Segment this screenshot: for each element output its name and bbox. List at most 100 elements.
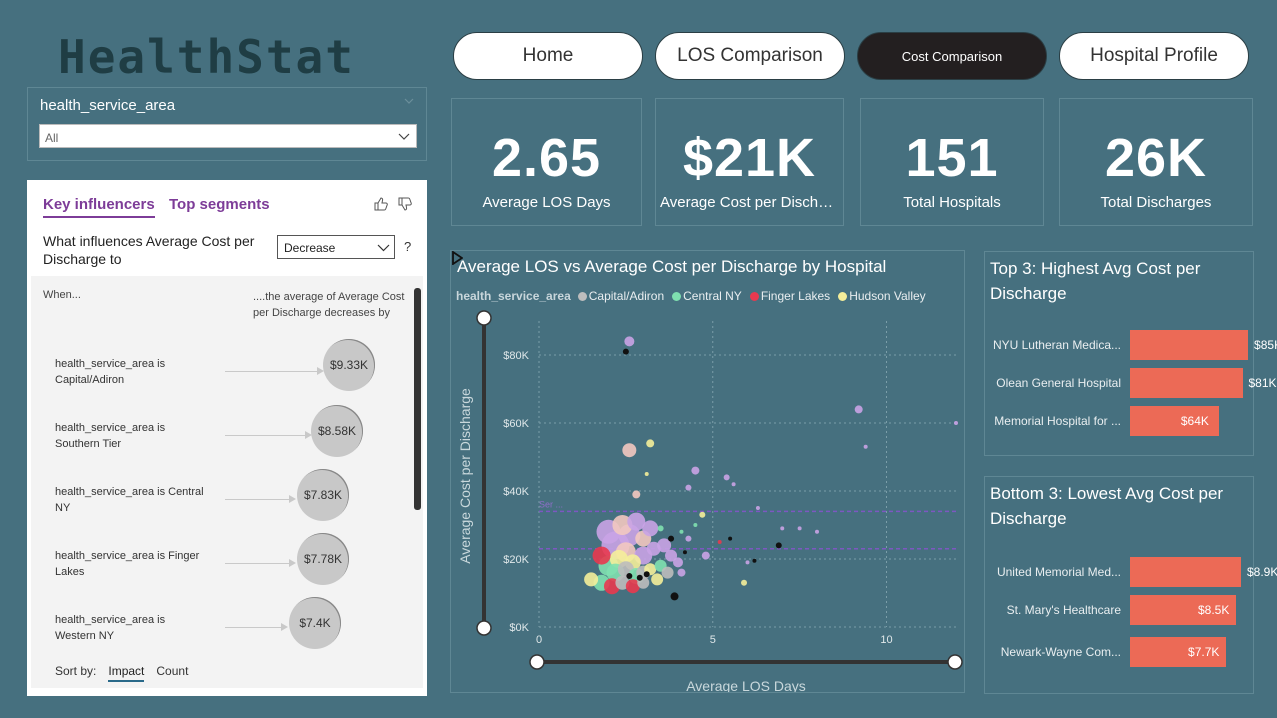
then-label: ....the average of Average Cost per Disc… bbox=[253, 291, 405, 319]
sort-count[interactable]: Count bbox=[156, 664, 188, 682]
bar-category-label: St. Mary's Healthcare bbox=[1006, 603, 1121, 617]
data-point[interactable] bbox=[731, 482, 736, 487]
key-influencers-visual: Key influencers Top segments What influe… bbox=[27, 180, 427, 696]
bar[interactable] bbox=[1130, 368, 1243, 398]
data-point[interactable] bbox=[723, 474, 730, 481]
data-point[interactable] bbox=[646, 439, 655, 448]
data-point[interactable] bbox=[673, 557, 683, 568]
influencer-row[interactable]: health_service_area is Central NY $7.83K bbox=[31, 469, 411, 544]
tab-top-segments[interactable]: Top segments bbox=[169, 196, 270, 213]
slicer-dropdown[interactable]: All bbox=[39, 124, 417, 148]
arrow-icon bbox=[289, 559, 296, 567]
data-point[interactable] bbox=[701, 551, 710, 560]
data-point[interactable] bbox=[592, 546, 611, 565]
data-point[interactable] bbox=[954, 421, 958, 425]
data-point[interactable] bbox=[699, 511, 706, 518]
connector-line bbox=[225, 627, 281, 628]
data-point[interactable] bbox=[741, 579, 748, 586]
influencer-row[interactable]: health_service_area is Finger Lakes $7.7… bbox=[31, 533, 411, 608]
data-point[interactable] bbox=[685, 535, 692, 542]
data-point[interactable] bbox=[670, 592, 679, 601]
data-point[interactable] bbox=[752, 558, 757, 563]
chevron-down-icon bbox=[398, 133, 410, 140]
influencer-row[interactable]: health_service_area is Capital/Adiron $9… bbox=[31, 339, 411, 416]
data-point[interactable] bbox=[863, 444, 868, 449]
influencer-bubble[interactable]: $9.33K bbox=[323, 339, 375, 391]
data-point[interactable] bbox=[679, 529, 684, 534]
bar-row[interactable]: NYU Lutheran Medica... $85K bbox=[985, 330, 1277, 360]
bar-row[interactable]: St. Mary's Healthcare $8.5K bbox=[985, 595, 1253, 625]
influencer-row[interactable]: health_service_area is Western NY $7.4K bbox=[31, 597, 411, 672]
influencer-bubble[interactable]: $7.83K bbox=[297, 469, 349, 521]
data-point[interactable] bbox=[682, 550, 687, 555]
tab-key-influencers[interactable]: Key influencers bbox=[43, 196, 155, 218]
data-point[interactable] bbox=[622, 443, 637, 458]
bar-row[interactable]: Newark-Wayne Com... $7.7K bbox=[985, 637, 1253, 667]
bar[interactable] bbox=[1130, 557, 1241, 587]
thumbs-up-icon[interactable] bbox=[373, 196, 389, 212]
scrollbar[interactable] bbox=[414, 288, 421, 510]
data-point[interactable] bbox=[661, 566, 674, 579]
health-service-area-slicer: health_service_area All bbox=[27, 87, 427, 161]
connector-line bbox=[225, 499, 289, 500]
nav-los-comparison-button[interactable]: LOS Comparison bbox=[655, 32, 845, 80]
data-point[interactable] bbox=[755, 506, 760, 510]
y-tick-label: $0K bbox=[509, 622, 529, 634]
data-point[interactable] bbox=[780, 526, 785, 531]
data-point[interactable] bbox=[745, 560, 750, 565]
data-point[interactable] bbox=[717, 540, 722, 544]
data-point[interactable] bbox=[643, 571, 650, 578]
bottom3-bar-chart-panel: Bottom 3: Lowest Avg Cost per Discharge … bbox=[984, 476, 1277, 694]
x-tick-label: 5 bbox=[710, 634, 716, 646]
bar-row[interactable]: United Memorial Med... $8.9K bbox=[985, 557, 1277, 587]
slider-handle[interactable] bbox=[476, 620, 492, 636]
data-point[interactable] bbox=[685, 484, 692, 491]
nav-hospital-profile-button[interactable]: Hospital Profile bbox=[1059, 32, 1249, 80]
data-point[interactable] bbox=[815, 529, 819, 534]
influencer-bubble[interactable]: $7.4K bbox=[289, 597, 341, 649]
direction-select[interactable]: Decrease bbox=[277, 235, 395, 259]
help-icon[interactable]: ? bbox=[404, 239, 411, 254]
data-point[interactable] bbox=[622, 348, 629, 355]
data-point[interactable] bbox=[626, 573, 633, 579]
influencer-question: What influences Average Cost per Dischar… bbox=[43, 233, 255, 267]
data-point[interactable] bbox=[691, 466, 700, 475]
bar-value-label: $8.5K bbox=[1198, 603, 1230, 617]
nav-cost-comparison-button[interactable]: Cost Comparison bbox=[857, 32, 1047, 80]
data-point[interactable] bbox=[854, 405, 863, 414]
influencer-bubble[interactable]: $7.78K bbox=[297, 533, 349, 585]
data-point[interactable] bbox=[668, 535, 675, 542]
x-axis-label: Average LOS Days bbox=[686, 678, 806, 692]
data-point[interactable] bbox=[624, 336, 635, 347]
data-point[interactable] bbox=[728, 536, 733, 541]
nav-home-button[interactable]: Home bbox=[453, 32, 643, 80]
data-point[interactable] bbox=[657, 525, 664, 532]
influencer-bubble[interactable]: $8.58K bbox=[311, 405, 363, 457]
data-point[interactable] bbox=[677, 568, 686, 577]
slider-handle[interactable] bbox=[529, 654, 545, 670]
data-point[interactable] bbox=[651, 573, 664, 586]
scatter-plot[interactable]: $0K $20K $40K $60K $80K 0 5 10 Ser ... Average Co… bbox=[451, 251, 964, 692]
data-point[interactable] bbox=[797, 526, 802, 531]
data-point[interactable] bbox=[644, 472, 649, 476]
influencer-row[interactable]: health_service_area is Southern Tier $8.… bbox=[31, 405, 411, 480]
bar[interactable] bbox=[1130, 330, 1249, 360]
slider-handle[interactable] bbox=[947, 654, 963, 670]
sort-impact[interactable]: Impact bbox=[108, 664, 145, 682]
data-point[interactable] bbox=[584, 572, 599, 587]
data-point[interactable] bbox=[693, 523, 698, 527]
slider-handle[interactable] bbox=[476, 310, 492, 326]
bar-row[interactable]: Memorial Hospital for ... $64K bbox=[985, 406, 1253, 436]
influencer-label: health_service_area is Finger Lakes bbox=[55, 550, 200, 578]
chevron-down-icon bbox=[377, 244, 390, 252]
arrow-icon bbox=[289, 495, 296, 503]
chevron-down-icon[interactable] bbox=[404, 96, 414, 106]
arrow-icon bbox=[281, 623, 288, 631]
data-point[interactable] bbox=[775, 542, 782, 549]
influencer-list-panel: When... ....the average of Average Cost … bbox=[31, 276, 423, 688]
data-point[interactable] bbox=[636, 574, 643, 581]
data-point[interactable] bbox=[642, 520, 659, 537]
data-point[interactable] bbox=[632, 490, 641, 499]
thumbs-down-icon[interactable] bbox=[397, 196, 413, 212]
bar-row[interactable]: Olean General Hospital $81K bbox=[985, 368, 1277, 398]
